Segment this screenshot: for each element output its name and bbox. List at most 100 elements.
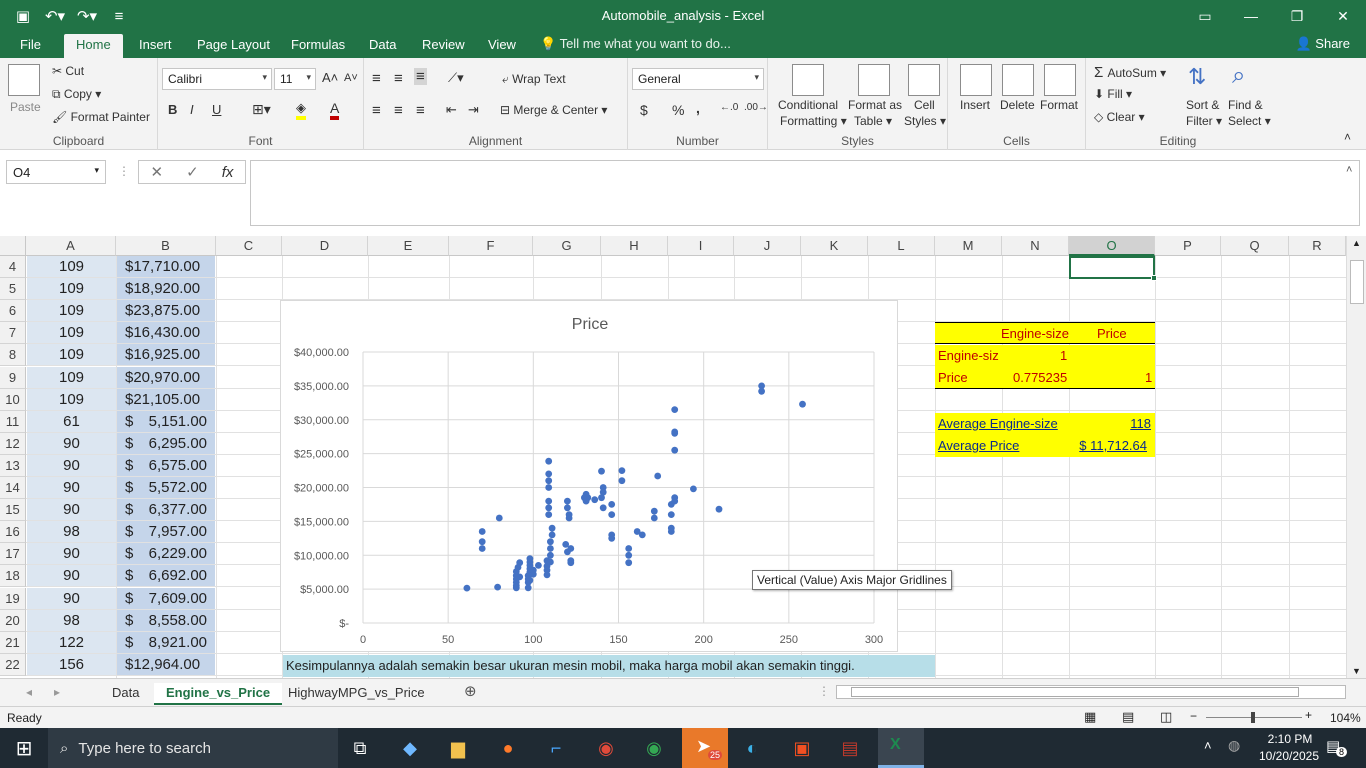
find-select-button[interactable]: Find &: [1228, 98, 1263, 112]
column-header-h[interactable]: H: [601, 236, 668, 256]
comma-button[interactable]: ,: [696, 100, 700, 116]
borders-icon[interactable]: ⊞▾: [252, 101, 271, 118]
data-point[interactable]: [591, 496, 599, 504]
restore-icon[interactable]: ❐: [1274, 0, 1320, 32]
data-point[interactable]: [535, 562, 542, 569]
tab-file[interactable]: File: [18, 36, 43, 58]
align-bottom-icon[interactable]: ≡: [414, 68, 427, 85]
data-point[interactable]: [564, 497, 571, 505]
column-header-g[interactable]: G: [533, 236, 601, 256]
orientation-icon[interactable]: ⟋▾: [448, 70, 464, 86]
data-point[interactable]: [547, 551, 554, 559]
data-point[interactable]: [690, 485, 697, 493]
row-header-19[interactable]: 19: [0, 588, 26, 610]
data-point[interactable]: [654, 472, 662, 480]
expand-formula-icon[interactable]: ˄: [1346, 164, 1352, 176]
format-painter-button[interactable]: 🖌 Format Painter: [52, 110, 150, 124]
align-right-icon[interactable]: ≡: [416, 102, 425, 119]
next-sheet-icon[interactable]: ▸: [54, 685, 60, 699]
data-point[interactable]: [567, 559, 575, 567]
app-icon[interactable]: ⌐: [536, 732, 576, 764]
row-header-8[interactable]: 8: [0, 344, 26, 366]
clock-time[interactable]: 2:10 PM: [1258, 732, 1322, 746]
underline-button[interactable]: U: [212, 102, 221, 117]
data-point[interactable]: [545, 470, 553, 478]
conclusion-text[interactable]: Kesimpulannya adalah semakin besar ukura…: [283, 655, 935, 677]
chrome-icon[interactable]: ◉: [634, 732, 674, 764]
fill-handle[interactable]: [1151, 275, 1157, 281]
telegram-app[interactable]: ➤ 25: [682, 728, 728, 768]
store-icon[interactable]: ▣: [782, 732, 822, 764]
merge-center-button[interactable]: ⊟ Merge & Center ▾: [500, 103, 607, 117]
data-point[interactable]: [565, 514, 573, 522]
windows-start-icon[interactable]: ⊞: [4, 732, 44, 764]
data-point[interactable]: [638, 531, 646, 539]
data-point[interactable]: [625, 559, 633, 567]
cut-button[interactable]: ✂ Cut: [52, 64, 84, 78]
row-header-15[interactable]: 15: [0, 499, 26, 521]
row-header-6[interactable]: 6: [0, 300, 26, 322]
increase-decimal-icon[interactable]: ←.0: [720, 102, 738, 113]
cell-b13[interactable]: $6,575.00: [117, 455, 215, 476]
cell-b17[interactable]: $6,229.00: [117, 543, 215, 564]
cell-a19[interactable]: 90: [27, 588, 116, 609]
column-header-p[interactable]: P: [1155, 236, 1221, 256]
tell-me-search[interactable]: 💡 Tell me what you want to do...: [540, 36, 731, 52]
row-header-13[interactable]: 13: [0, 455, 26, 477]
data-point[interactable]: [547, 545, 554, 552]
chrome-profile-icon[interactable]: ◉: [586, 732, 626, 764]
cell-a15[interactable]: 90: [27, 499, 116, 520]
cell-b5[interactable]: $18,920.00: [117, 278, 215, 299]
cell-a18[interactable]: 90: [27, 565, 116, 586]
sort-filter-button[interactable]: Sort &: [1186, 98, 1219, 112]
column-header-k[interactable]: K: [801, 236, 868, 256]
cell-b14[interactable]: $5,572.00: [117, 477, 215, 498]
data-point[interactable]: [495, 514, 503, 522]
tab-page-layout[interactable]: Page Layout: [195, 36, 272, 58]
data-point[interactable]: [526, 555, 534, 562]
row-header-9[interactable]: 9: [0, 367, 26, 389]
insert-button[interactable]: Insert: [960, 98, 990, 112]
name-box[interactable]: O4 ▾: [6, 160, 106, 184]
row-header-22[interactable]: 22: [0, 654, 26, 676]
insert-function-button[interactable]: fx: [222, 164, 234, 181]
cell-a20[interactable]: 98: [27, 610, 116, 631]
sheet-tab-engine-vs-price[interactable]: Engine_vs_Price: [154, 683, 283, 705]
cell-a17[interactable]: 90: [27, 543, 116, 564]
wrap-text-button[interactable]: ⤶ Wrap Text: [502, 72, 566, 87]
decrease-decimal-icon[interactable]: .00→: [744, 102, 768, 113]
row-header-7[interactable]: 7: [0, 322, 26, 344]
row-header-4[interactable]: 4: [0, 256, 26, 278]
cell-styles-button[interactable]: Cell: [914, 98, 935, 112]
delete-button[interactable]: Delete: [1000, 98, 1035, 112]
cell-a12[interactable]: 90: [27, 433, 116, 454]
currency-button[interactable]: $: [640, 102, 648, 118]
data-point[interactable]: [618, 477, 626, 485]
clear-button[interactable]: ◇ Clear ▾: [1094, 110, 1145, 124]
horizontal-scrollbar[interactable]: [836, 685, 1346, 699]
sheet-tab-data[interactable]: Data: [100, 683, 151, 705]
data-point[interactable]: [625, 545, 633, 552]
cell-b19[interactable]: $7,609.00: [117, 588, 215, 609]
cell-b6[interactable]: $23,875.00: [117, 300, 215, 321]
cell-a21[interactable]: 122: [27, 632, 116, 653]
data-point[interactable]: [545, 457, 553, 465]
page-break-view-icon[interactable]: ◫: [1160, 709, 1172, 725]
row-header-21[interactable]: 21: [0, 632, 26, 654]
column-header-n[interactable]: N: [1002, 236, 1069, 256]
delete-cells-icon[interactable]: [1002, 64, 1034, 96]
data-point[interactable]: [715, 505, 723, 513]
tab-review[interactable]: Review: [420, 36, 467, 58]
paste-button[interactable]: Paste: [10, 100, 41, 114]
cell-a13[interactable]: 90: [27, 455, 116, 476]
column-header-i[interactable]: I: [668, 236, 734, 256]
cell-a6[interactable]: 109: [27, 300, 116, 321]
page-layout-view-icon[interactable]: ▤: [1122, 709, 1134, 725]
task-view-icon[interactable]: ⧉: [340, 732, 380, 764]
network-icon[interactable]: ◍: [1228, 737, 1240, 754]
cell-b4[interactable]: $17,710.00: [117, 256, 215, 277]
cell-styles-icon[interactable]: [908, 64, 940, 96]
conditional-formatting-button[interactable]: Conditional: [778, 98, 838, 112]
align-left-icon[interactable]: ≡: [372, 102, 381, 119]
tab-formulas[interactable]: Formulas: [289, 36, 347, 58]
